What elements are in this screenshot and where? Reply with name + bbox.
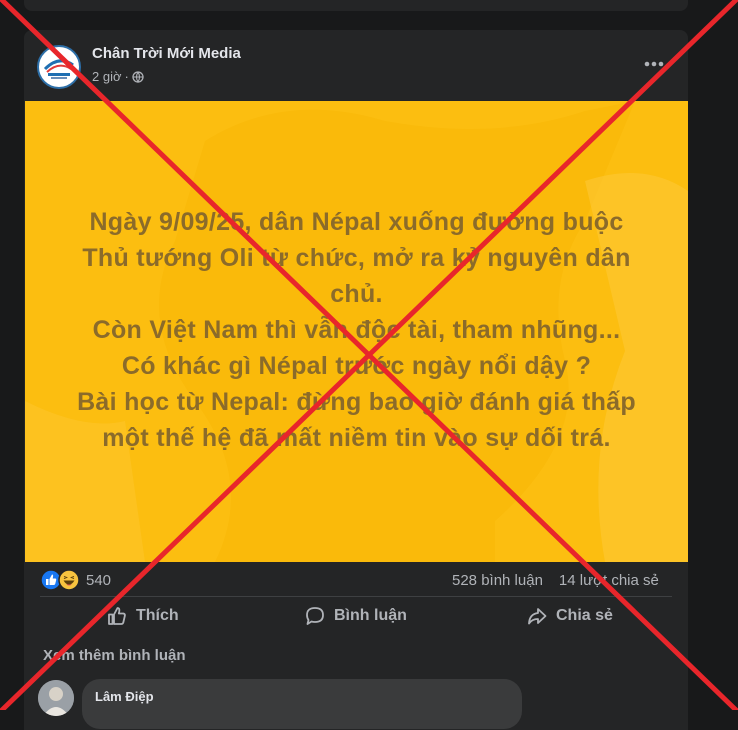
page-avatar[interactable] [37, 45, 81, 89]
banner-line: Bài học từ Nepal: đừng bao giờ đánh giá … [77, 388, 636, 416]
globe-icon [132, 70, 144, 83]
see-more-comments-link[interactable]: Xem thêm bình luận [43, 647, 186, 664]
like-label: Thích [136, 607, 179, 624]
comment-icon [306, 607, 324, 625]
share-count-link[interactable]: 14 lượt chia sẻ [559, 572, 659, 589]
comment-author[interactable]: Lâm Điệp [95, 689, 154, 704]
reaction-count: 540 [86, 571, 112, 589]
comment-button[interactable]: Bình luận [304, 604, 407, 628]
banner-line: Thủ tướng Oli từ chức, mở ra kỷ nguyên d… [82, 244, 631, 272]
like-button[interactable]: Thích [106, 604, 179, 628]
comment-count-link[interactable]: 528 bình luận [452, 572, 543, 589]
reactions-summary[interactable]: 540 [40, 569, 111, 591]
post-time[interactable]: 2 giờ [92, 69, 122, 84]
comment-label: Bình luận [334, 607, 407, 624]
previous-post-card [24, 0, 688, 11]
more-horizontal-icon [644, 61, 664, 67]
commenter-photo [38, 680, 74, 716]
banner-line: Còn Việt Nam thì vẫn độc tài, tham nhũng… [92, 316, 621, 344]
thumbs-up-icon [108, 607, 126, 625]
post-meta: 2 giờ · [92, 69, 144, 84]
banner-text: Ngày 9/09/25, dân Népal xuống đường buộc… [55, 204, 658, 456]
banner-line: Có khác gì Népal trước ngày nổi dậy ? [121, 352, 592, 380]
page-logo-icon [40, 48, 78, 86]
banner-line: chủ. [330, 280, 383, 308]
share-icon [528, 608, 547, 625]
post-image-banner[interactable]: Ngày 9/09/25, dân Népal xuống đường buộc… [25, 101, 688, 562]
page-name[interactable]: Chân Trời Mới Media [92, 45, 241, 62]
comment-bubble [82, 679, 522, 729]
haha-icon [58, 569, 80, 591]
banner-line: một thế hệ đã mất niềm tin vào sự dối tr… [102, 424, 611, 452]
commenter-avatar[interactable] [38, 680, 74, 716]
more-options-button[interactable] [640, 52, 668, 76]
share-button[interactable]: Chia sẻ [526, 604, 613, 628]
share-label: Chia sẻ [556, 607, 613, 624]
engagement-counts: 528 bình luận 14 lượt chia sẻ [452, 572, 659, 589]
banner-line: Ngày 9/09/25, dân Népal xuống đường buộc [89, 208, 624, 236]
meta-separator: · [124, 69, 129, 84]
actions-divider [40, 596, 672, 597]
